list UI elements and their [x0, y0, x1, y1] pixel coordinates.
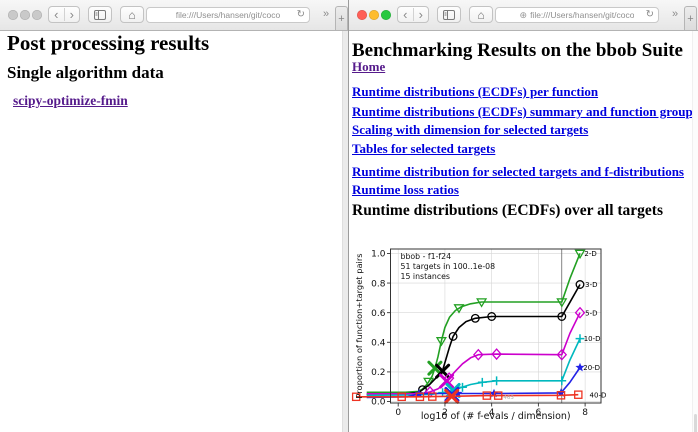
in-plot-annotation: 15 instances	[401, 272, 451, 281]
link-runtime-distribution-fdist[interactable]: Runtime distribution for selected target…	[352, 164, 684, 180]
home-icon: ⌂	[128, 9, 135, 21]
address-bar[interactable]: file:///Users/hansen/git/coco ↻	[146, 7, 310, 23]
link-scaling-dimension[interactable]: Scaling with dimension for selected targ…	[352, 122, 588, 138]
browser-window-right: ‹ › ⌂ ⊕ file:///Users/hansen/git/coco ↻ …	[349, 0, 698, 432]
page-info-icon[interactable]: ⊕	[520, 10, 528, 21]
new-tab-button[interactable]: +	[684, 6, 697, 30]
browser-toolbar: ‹ › ⌂ ⊕ file:///Users/hansen/git/coco ↻ …	[349, 0, 698, 31]
reload-icon[interactable]: ↻	[646, 9, 654, 20]
ecdf-chart: 2-D3-D5-D10-D20-D40-D024680.00.20.40.60.…	[349, 229, 611, 432]
svg-text:0.4: 0.4	[371, 338, 386, 348]
sidebar-button[interactable]	[88, 6, 112, 23]
svg-text:0: 0	[395, 408, 401, 418]
url-text: file:///Users/hansen/git/coco	[530, 10, 634, 20]
series-label: 3-D	[585, 281, 597, 289]
url-text: file:///Users/hansen/git/coco	[176, 10, 280, 20]
close-window-button[interactable]	[357, 10, 367, 20]
nav-buttons: ‹ ›	[48, 6, 80, 23]
toolbar-overflow-icon[interactable]: »	[672, 8, 678, 20]
back-button[interactable]: ‹	[398, 8, 413, 21]
minimize-window-button[interactable]	[369, 10, 379, 20]
home-button[interactable]: ⌂	[120, 6, 144, 23]
link-home[interactable]: Home	[352, 59, 385, 75]
browser-toolbar: ‹ › ⌂ file:///Users/hansen/git/coco ↻ » …	[0, 0, 348, 31]
series-label: 5-D	[585, 309, 597, 317]
svg-text:1.0: 1.0	[371, 250, 386, 260]
zoom-window-button[interactable]	[32, 10, 42, 20]
link-tables-selected-targets[interactable]: Tables for selected targets	[352, 141, 495, 157]
svg-text:0.0: 0.0	[371, 398, 386, 408]
sidebar-button[interactable]	[437, 6, 461, 23]
scrollbar-track	[692, 31, 698, 432]
browser-window-left: ‹ › ⌂ file:///Users/hansen/git/coco ↻ » …	[0, 0, 349, 432]
y-axis-label: Proportion of function+target pairs	[354, 253, 364, 398]
zoom-window-button[interactable]	[381, 10, 391, 20]
svg-text:0.2: 0.2	[371, 368, 385, 378]
small-evals-annotation: 463	[503, 395, 514, 401]
svg-text:0.6: 0.6	[371, 309, 386, 319]
sidebar-icon	[94, 10, 106, 20]
in-plot-annotation: bbob - f1-f24	[401, 252, 452, 261]
section-heading: Runtime distributions (ECDFs) over all t…	[352, 202, 663, 220]
link-ecdf-summary-groups[interactable]: Runtime distributions (ECDFs) summary an…	[352, 104, 698, 120]
screen: ‹ › ⌂ file:///Users/hansen/git/coco ↻ » …	[0, 0, 698, 432]
toolbar-overflow-icon[interactable]: »	[323, 8, 329, 20]
reload-icon[interactable]: ↻	[297, 9, 305, 20]
link-runtime-loss-ratios[interactable]: Runtime loss ratios	[352, 182, 459, 198]
series-label: 40-D	[590, 392, 607, 400]
minimize-window-button[interactable]	[20, 10, 30, 20]
home-icon: ⌂	[477, 9, 484, 21]
x-axis-label: log10 of (# f-evals / dimension)	[421, 411, 571, 422]
link-scipy-optimize-fmin[interactable]: scipy-optimize-fmin	[13, 93, 128, 109]
series-label: 2-D	[584, 250, 596, 258]
scrollbar-thumb[interactable]	[694, 414, 697, 432]
new-tab-button[interactable]: +	[335, 6, 348, 30]
sidebar-icon	[443, 10, 455, 20]
page-title: Benchmarking Results on the bbob Suite	[352, 40, 683, 62]
nav-buttons: ‹ ›	[397, 6, 429, 23]
close-window-button[interactable]	[8, 10, 18, 20]
forward-button[interactable]: ›	[64, 8, 80, 21]
home-button[interactable]: ⌂	[469, 6, 493, 23]
series-label: 10-D	[584, 335, 601, 343]
series-label: 20-D	[583, 364, 600, 372]
link-ecdf-per-function[interactable]: Runtime distributions (ECDFs) per functi…	[352, 84, 598, 100]
window-edge-strip	[342, 31, 348, 432]
svg-text:0.8: 0.8	[371, 279, 386, 289]
section-heading: Single algorithm data	[7, 63, 164, 83]
page-title: Post processing results	[7, 31, 209, 56]
address-bar[interactable]: ⊕ file:///Users/hansen/git/coco ↻	[495, 7, 659, 23]
back-button[interactable]: ‹	[49, 8, 64, 21]
in-plot-annotation: 51 targets in 100..1e-08	[401, 262, 496, 271]
forward-button[interactable]: ›	[413, 8, 429, 21]
svg-text:8: 8	[582, 408, 588, 418]
